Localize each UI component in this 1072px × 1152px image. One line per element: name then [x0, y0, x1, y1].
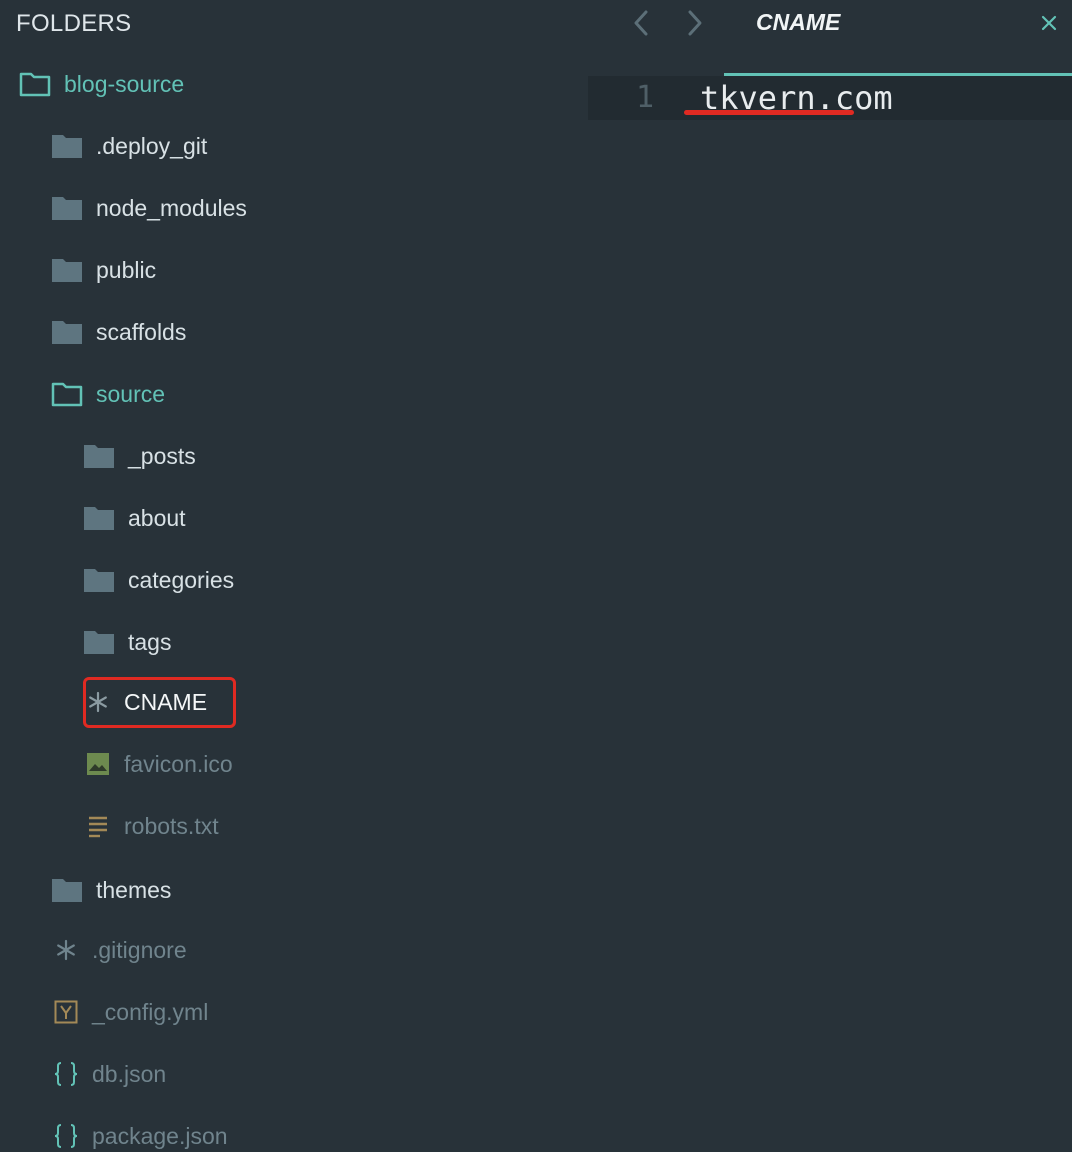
- tab-bar: CNAME: [580, 0, 1072, 77]
- tree-folder-node-modules[interactable]: node_modules: [50, 188, 247, 228]
- tree-folder-scaffolds[interactable]: scaffolds: [50, 312, 186, 352]
- json-file-icon: [54, 1123, 78, 1149]
- tree-label: .deploy_git: [96, 133, 208, 159]
- folder-icon: [50, 877, 84, 903]
- image-file-icon: [86, 752, 110, 776]
- tree-label: robots.txt: [124, 813, 219, 839]
- sidebar: FOLDERS blog-source .deploy_git node_mod…: [0, 0, 580, 1152]
- folder-icon: [82, 629, 116, 655]
- tree-label: node_modules: [96, 195, 247, 221]
- folder-icon: [82, 505, 116, 531]
- tree-label: favicon.ico: [124, 751, 233, 777]
- yaml-file-icon: [54, 1000, 78, 1024]
- tree-file-favicon[interactable]: favicon.ico: [86, 744, 233, 784]
- tree-folder-posts[interactable]: _posts: [82, 436, 196, 476]
- tree-label: _config.yml: [92, 999, 209, 1025]
- tree-file-package-json[interactable]: package.json: [54, 1116, 228, 1152]
- folder-open-icon: [50, 381, 84, 407]
- folder-icon: [50, 133, 84, 159]
- chevron-left-icon: [632, 9, 650, 42]
- folder-open-icon: [18, 71, 52, 97]
- asterisk-icon: [54, 939, 78, 961]
- underline-annotation: [684, 110, 854, 115]
- editor-window: FOLDERS blog-source .deploy_git node_mod…: [0, 0, 1072, 1152]
- folder-icon: [82, 443, 116, 469]
- folder-icon: [50, 257, 84, 283]
- tab-cname[interactable]: CNAME: [756, 9, 840, 36]
- tree-folder-public[interactable]: public: [50, 250, 156, 290]
- folder-icon: [50, 195, 84, 221]
- tree-label: blog-source: [64, 71, 185, 97]
- tree-label: scaffolds: [96, 319, 187, 345]
- tree-folder-tags[interactable]: tags: [82, 622, 171, 662]
- tree-label: about: [128, 505, 186, 531]
- tree-label: source: [96, 381, 166, 407]
- tree-label: themes: [96, 877, 172, 903]
- tree-file-robots[interactable]: robots.txt: [86, 806, 219, 846]
- folders-header: FOLDERS: [16, 10, 132, 37]
- tree-folder-deploy-git[interactable]: .deploy_git: [50, 126, 207, 166]
- tree-folder-about[interactable]: about: [82, 498, 186, 538]
- nav-forward-button[interactable]: [678, 8, 712, 42]
- close-icon: [1041, 15, 1057, 36]
- tree-label: _posts: [128, 443, 196, 469]
- tree-file-gitignore[interactable]: .gitignore: [54, 930, 187, 970]
- tree-label: db.json: [92, 1061, 167, 1087]
- tree-label: categories: [128, 567, 235, 593]
- tree-folder-themes[interactable]: themes: [50, 870, 171, 910]
- line-number: 1: [636, 80, 655, 115]
- editor-pane: CNAME 1 tkvern.com: [580, 0, 1072, 1152]
- json-file-icon: [54, 1061, 78, 1087]
- text-file-icon: [86, 814, 110, 838]
- folder-icon: [50, 319, 84, 345]
- chevron-right-icon: [686, 9, 704, 42]
- tree-label: .gitignore: [92, 937, 187, 963]
- tree-file-config-yml[interactable]: _config.yml: [54, 992, 208, 1032]
- tree-label: package.json: [92, 1123, 228, 1149]
- highlight-annotation-box: [83, 677, 236, 728]
- tree-label: tags: [128, 629, 172, 655]
- tree-file-db-json[interactable]: db.json: [54, 1054, 166, 1094]
- nav-back-button[interactable]: [624, 8, 658, 42]
- tree-folder-categories[interactable]: categories: [82, 560, 234, 600]
- tree-label: public: [96, 257, 157, 283]
- tree-folder-blog-source[interactable]: blog-source: [18, 64, 184, 104]
- folder-icon: [82, 567, 116, 593]
- tab-close-button[interactable]: [1036, 12, 1062, 38]
- tree-folder-source[interactable]: source: [50, 374, 165, 414]
